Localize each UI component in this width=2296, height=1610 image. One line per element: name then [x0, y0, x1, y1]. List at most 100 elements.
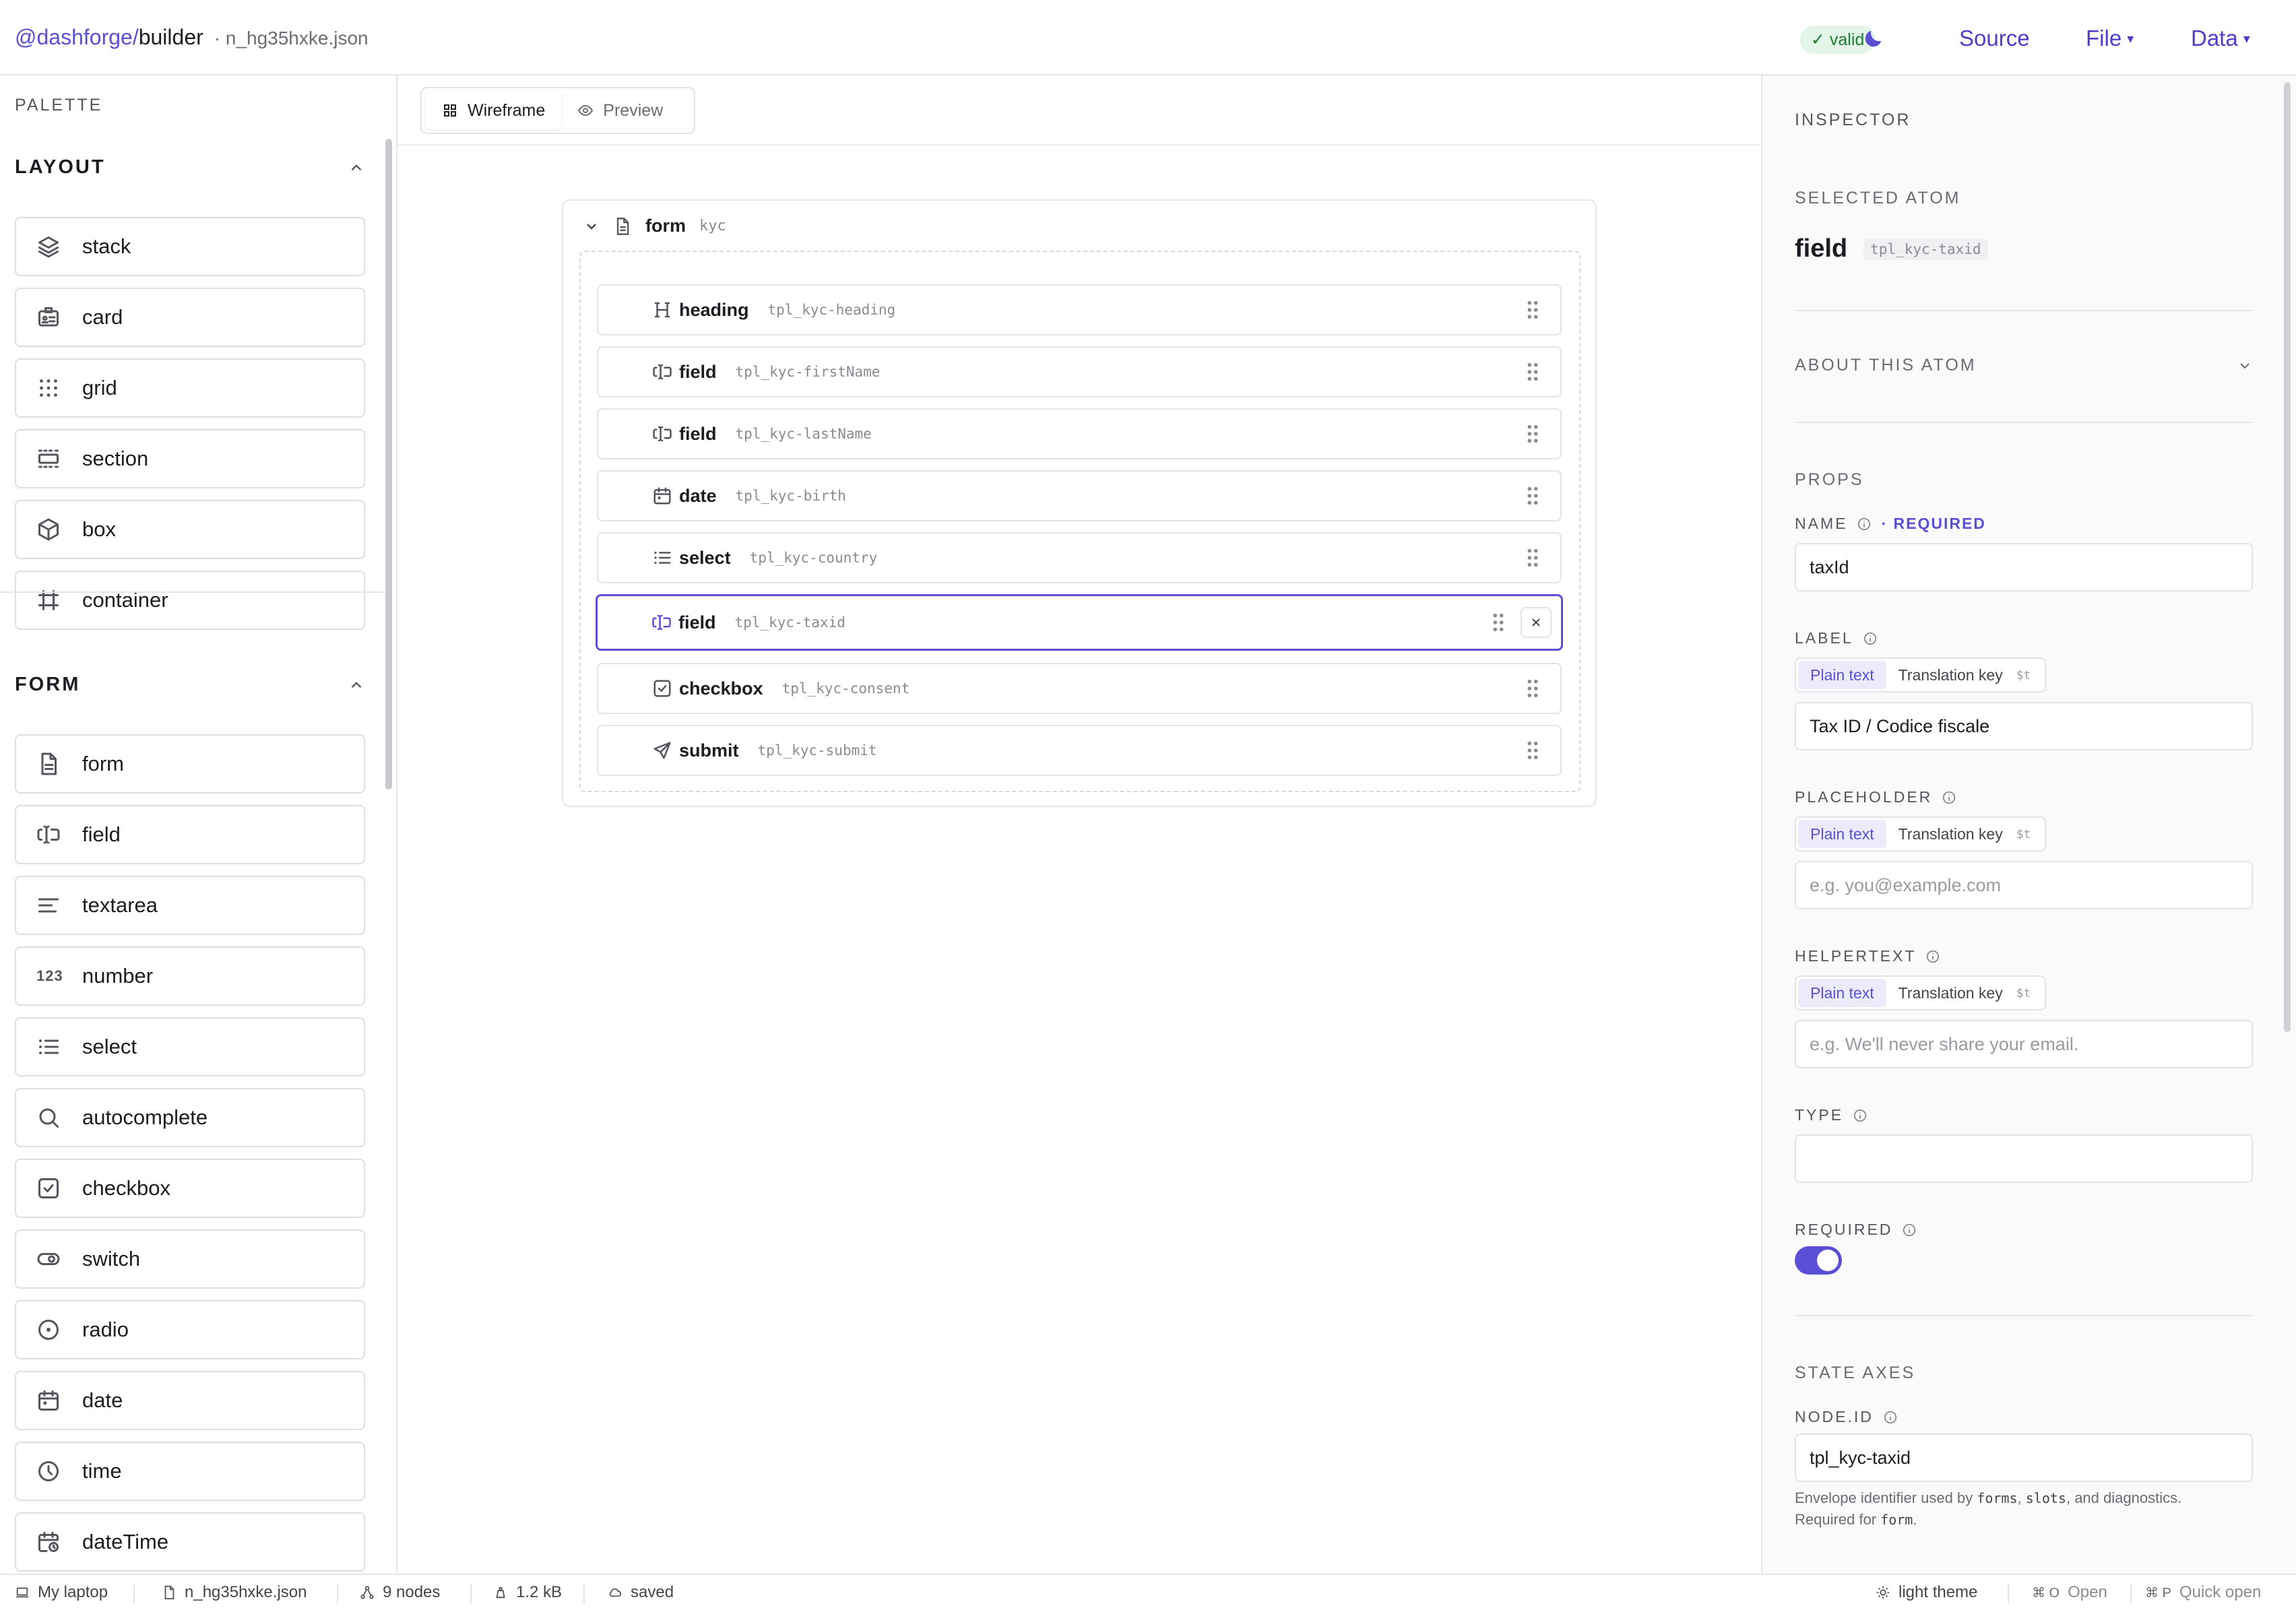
drag-handle-icon[interactable] — [1525, 548, 1540, 568]
chevron-down-icon[interactable] — [583, 218, 600, 234]
type-input[interactable] — [1795, 1134, 2253, 1183]
canvas-node-row[interactable]: field tpl_kyc-taxid — [596, 594, 1563, 651]
status-file[interactable]: n_hg35hxke.json — [162, 1583, 307, 1602]
status-machine[interactable]: My laptop — [15, 1583, 108, 1602]
canvas-node-row[interactable]: field tpl_kyc-firstName — [597, 346, 1562, 397]
info-icon[interactable] — [1883, 1410, 1898, 1425]
info-icon[interactable] — [1902, 1223, 1917, 1237]
canvas-node-row[interactable]: date tpl_kyc-birth — [597, 470, 1562, 521]
tab-wireframe[interactable]: Wireframe — [426, 92, 562, 129]
placeholder-translation-key-option[interactable]: Translation key $t — [1886, 820, 2043, 848]
canvas-node-row[interactable]: field tpl_kyc-lastName — [597, 408, 1562, 459]
group-header-layout[interactable]: LAYOUT — [15, 156, 365, 179]
type-prop-label: TYPE — [1795, 1106, 1868, 1124]
text-cursor-input-icon — [653, 364, 672, 380]
label-mode-toggle: Plain text Translation key $t — [1795, 657, 2047, 693]
label-input[interactable]: Tax ID / Codice fiscale — [1795, 702, 2253, 750]
helpertext-plain-text-option[interactable]: Plain text — [1798, 979, 1886, 1007]
app-brand[interactable]: @dashforge/ builder · n_hg35hxke.json — [15, 25, 369, 50]
status-file-size: 1.2 kB — [516, 1583, 563, 1601]
info-icon[interactable] — [1942, 790, 1956, 805]
palette-item-switch[interactable]: switch — [15, 1229, 365, 1289]
divider — [1795, 422, 2253, 423]
palette-item-datetime[interactable]: dateTime — [15, 1512, 365, 1572]
tab-preview[interactable]: Preview — [561, 92, 679, 129]
helpertext-translation-key-option[interactable]: Translation key $t — [1886, 979, 2043, 1007]
palette-item-checkbox[interactable]: checkbox — [15, 1159, 365, 1218]
canvas-node-row[interactable]: heading tpl_kyc-heading — [597, 284, 1562, 335]
moon-icon[interactable] — [1862, 27, 1885, 50]
quick-open-shortcut[interactable]: ⌘ P Quick open — [2145, 1583, 2261, 1602]
helpertext-input[interactable]: e.g. We'll never share your email. — [1795, 1020, 2253, 1068]
form-node-card[interactable]: form kyc heading tpl_kyc-heading field t… — [562, 199, 1597, 807]
info-icon[interactable] — [1925, 949, 1940, 964]
drag-handle-icon[interactable] — [1525, 678, 1540, 699]
palette-item-grid[interactable]: grid — [15, 358, 365, 418]
props-heading: PROPS — [1795, 470, 1864, 489]
palette-item-form[interactable]: form — [15, 734, 365, 794]
theme-switch[interactable]: light theme — [1876, 1583, 1977, 1602]
canvas-node-row[interactable]: checkbox tpl_kyc-consent — [597, 663, 1562, 714]
nodeid-input[interactable]: tpl_kyc-taxid — [1795, 1434, 2253, 1482]
canvas-node-row[interactable]: submit tpl_kyc-submit — [597, 725, 1562, 776]
drag-handle-icon[interactable] — [1525, 300, 1540, 320]
form-children-dropzone[interactable]: heading tpl_kyc-heading field tpl_kyc-fi… — [579, 251, 1581, 792]
palette-item-label: box — [82, 517, 116, 541]
palette-item-label: autocomplete — [82, 1105, 208, 1129]
open-shortcut[interactable]: ⌘ O Open — [2032, 1583, 2107, 1602]
palette-item-date[interactable]: date — [15, 1371, 365, 1430]
palette-item-number[interactable]: 123 number — [15, 946, 365, 1006]
remove-node-button[interactable] — [1521, 607, 1552, 638]
state-axes-heading: STATE AXES — [1795, 1363, 1916, 1382]
palette-item-stack[interactable]: stack — [15, 217, 365, 276]
name-input[interactable]: taxId — [1795, 543, 2253, 591]
form-node-header: form kyc — [583, 216, 726, 236]
placeholder-plain-text-option[interactable]: Plain text — [1798, 820, 1886, 848]
palette-item-time[interactable]: time — [15, 1442, 365, 1501]
chevron-down-icon: ▾ — [2243, 32, 2250, 46]
drag-handle-icon[interactable] — [1525, 424, 1540, 444]
drag-handle-icon[interactable] — [1525, 740, 1540, 761]
drag-handle-icon[interactable] — [1525, 486, 1540, 506]
group-header-form[interactable]: FORM — [15, 674, 365, 696]
palette-item-container[interactable]: container — [15, 571, 365, 630]
source-menu-button[interactable]: Source — [1959, 26, 2030, 51]
radio-icon — [38, 1320, 59, 1340]
info-icon[interactable] — [1863, 631, 1878, 646]
status-separator — [2130, 1584, 2132, 1603]
label-translation-key-option[interactable]: Translation key $t — [1886, 661, 2043, 689]
palette-item-select[interactable]: select — [15, 1017, 365, 1076]
quick-open-key: ⌘ P — [2145, 1585, 2171, 1601]
about-atom-toggle[interactable]: ABOUT THIS ATOM — [1795, 356, 2253, 375]
placeholder-input[interactable]: e.g. you@example.com — [1795, 861, 2253, 909]
file-menu-button[interactable]: File ▾ — [2086, 26, 2134, 51]
checkbox-icon — [38, 1178, 59, 1198]
required-tag: · REQUIRED — [1881, 515, 1986, 532]
palette-item-section[interactable]: section — [15, 429, 365, 488]
translation-key-hint: $t — [2016, 986, 2031, 1000]
palette-item-field[interactable]: field — [15, 805, 365, 864]
info-icon[interactable] — [1857, 517, 1872, 532]
required-label-text: REQUIRED — [1795, 1221, 1893, 1238]
palette-scrollbar[interactable] — [385, 139, 392, 790]
close-icon — [1532, 618, 1540, 626]
required-toggle[interactable] — [1795, 1246, 1842, 1275]
palette-item-box[interactable]: box — [15, 500, 365, 559]
list-icon — [654, 551, 671, 565]
canvas-node-row[interactable]: select tpl_kyc-country — [597, 532, 1562, 583]
palette-item-autocomplete[interactable]: autocomplete — [15, 1088, 365, 1147]
drag-handle-icon[interactable] — [1491, 612, 1506, 633]
palette-item-label: radio — [82, 1318, 129, 1341]
node-id-label: tpl_kyc-firstName — [735, 364, 881, 380]
palette-item-radio[interactable]: radio — [15, 1300, 365, 1359]
label-plain-text-option[interactable]: Plain text — [1798, 661, 1886, 689]
palette-item-textarea[interactable]: textarea — [15, 876, 365, 935]
status-separator — [133, 1584, 135, 1603]
inspector-scrollbar[interactable] — [2284, 82, 2291, 1032]
divider — [0, 591, 385, 593]
info-icon[interactable] — [1853, 1108, 1868, 1123]
help-text-part: , and diagnostics. — [2066, 1489, 2182, 1506]
palette-item-card[interactable]: card — [15, 288, 365, 347]
drag-handle-icon[interactable] — [1525, 362, 1540, 382]
data-menu-button[interactable]: Data ▾ — [2191, 26, 2250, 51]
